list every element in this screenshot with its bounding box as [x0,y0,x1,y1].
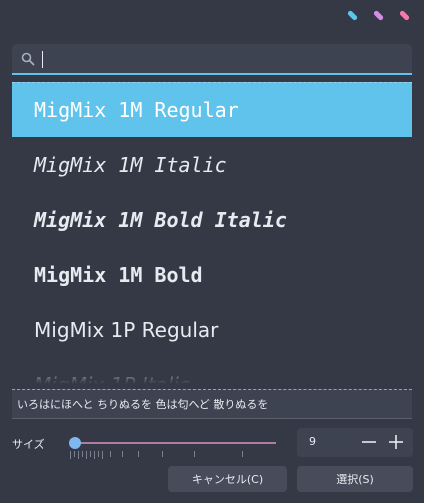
select-button[interactable]: 選択(S) [297,466,413,492]
slider-ticks [70,451,278,459]
slider-thumb[interactable] [69,437,81,449]
font-item-migmix-1p-italic[interactable]: MigMix 1P Italic [12,357,412,385]
size-value[interactable]: 9 [309,435,316,448]
minus-icon[interactable] [359,432,379,452]
text-caret [42,51,43,68]
font-list[interactable]: MigMix 1M Regular MigMix 1M Italic MigMi… [12,82,412,384]
font-item-migmix-1m-bold[interactable]: MigMix 1M Bold [12,247,412,302]
minimize-button[interactable] [346,9,358,21]
preview-text: いろはにほへと ちりぬるを 色は匂へど 散りぬるを [12,389,412,419]
search-input[interactable] [40,48,400,70]
size-spinbox[interactable]: 9 [297,428,413,457]
font-search-box [12,44,412,75]
font-item-migmix-1m-bold-italic[interactable]: MigMix 1M Bold Italic [12,192,412,247]
plus-icon[interactable] [386,432,406,452]
font-item-migmix-1m-regular[interactable]: MigMix 1M Regular [12,82,412,137]
font-item-migmix-1p-regular[interactable]: MigMix 1P Regular [12,302,412,357]
slider-track [70,442,276,444]
size-label: サイズ [12,438,45,451]
search-icon [21,52,35,66]
window-controls [346,9,410,21]
size-slider[interactable] [66,433,278,463]
close-button[interactable] [398,9,410,21]
font-item-migmix-1m-italic[interactable]: MigMix 1M Italic [12,137,412,192]
cancel-button[interactable]: キャンセル(C) [168,466,287,492]
maximize-button[interactable] [372,9,384,21]
